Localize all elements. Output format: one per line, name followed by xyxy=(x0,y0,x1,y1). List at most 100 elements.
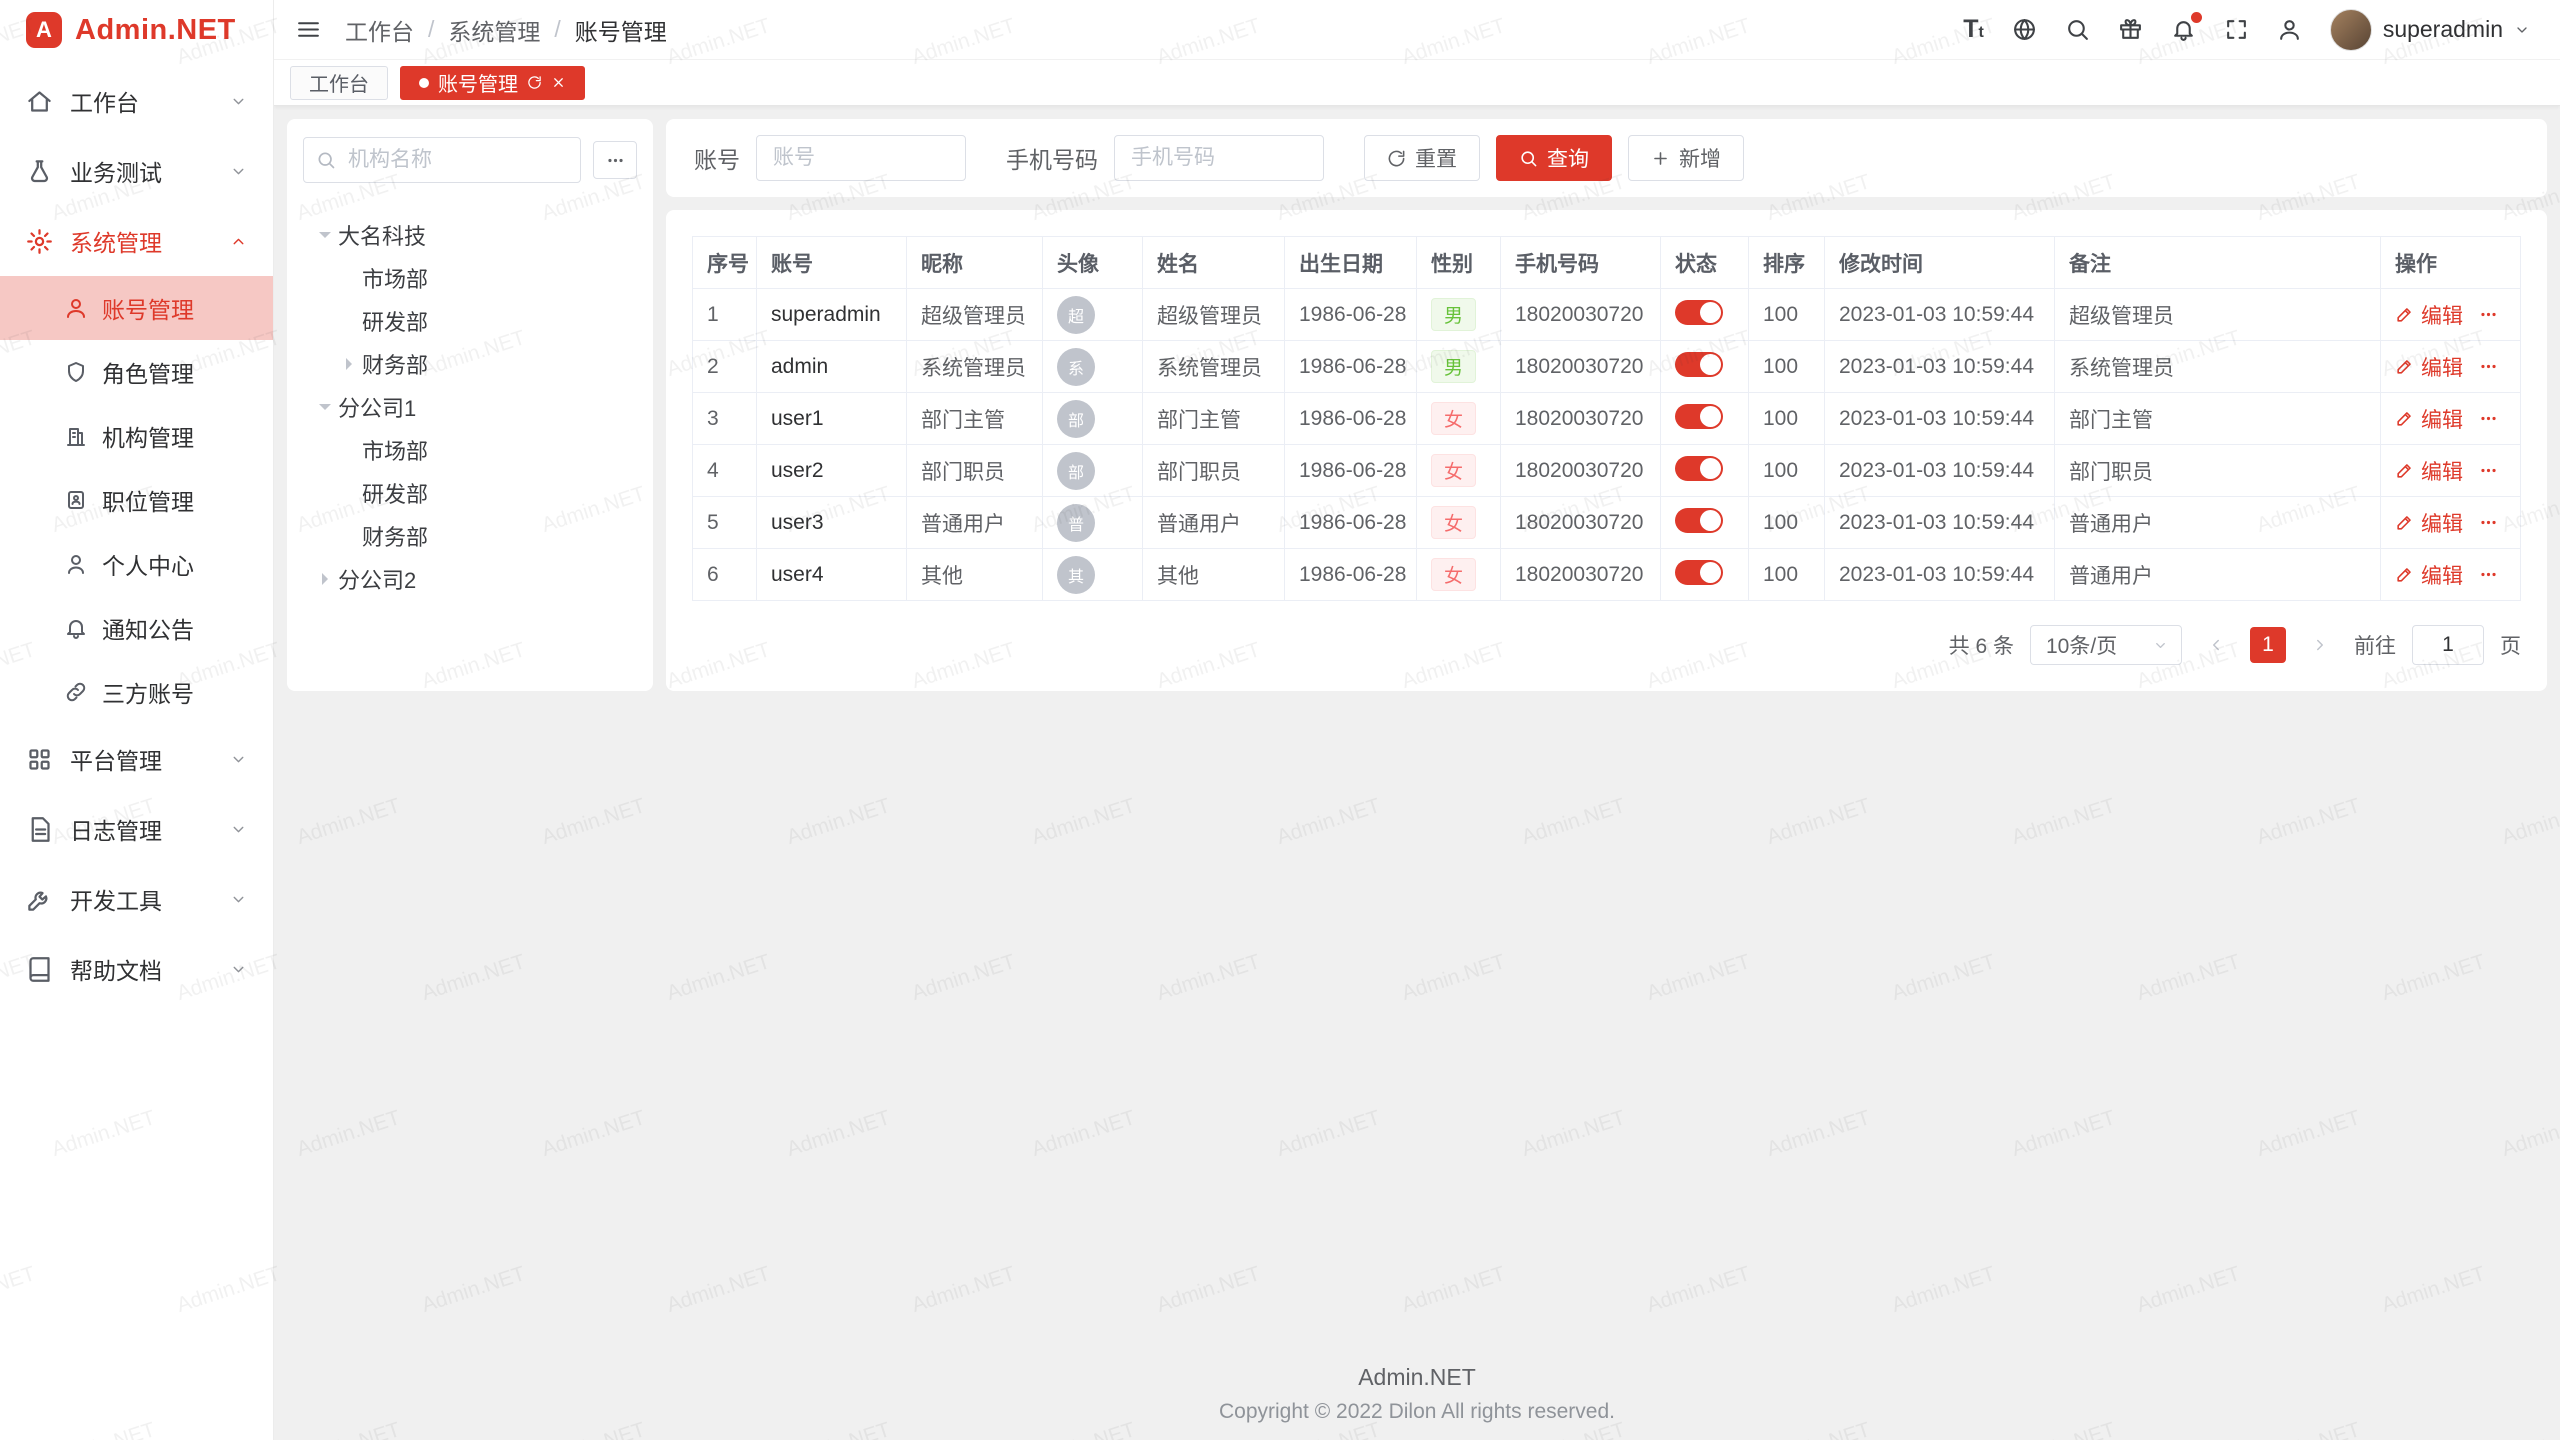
profile-icon[interactable] xyxy=(2277,17,2302,42)
cell-actions: 编辑 xyxy=(2381,445,2521,497)
table-row: 3 user1 部门主管 部 部门主管 1986-06-28 女 1802003… xyxy=(693,393,2521,445)
cell-remark: 系统管理员 xyxy=(2055,341,2381,393)
reset-button[interactable]: 重置 xyxy=(1364,135,1480,181)
caret-right-icon[interactable] xyxy=(335,350,362,377)
cell-account: admin xyxy=(757,341,907,393)
edit-button[interactable]: 编辑 xyxy=(2395,352,2463,382)
sidebar-subitem[interactable]: 三方账号 xyxy=(0,660,273,724)
more-actions-icon[interactable] xyxy=(2479,357,2498,376)
chevron-down-icon xyxy=(230,961,247,978)
user-menu[interactable]: superadmin xyxy=(2330,9,2530,51)
status-toggle[interactable] xyxy=(1675,352,1723,377)
tree-node[interactable]: 财务部 xyxy=(303,342,637,385)
caret-spacer xyxy=(335,436,362,463)
cell-index: 5 xyxy=(693,497,757,549)
add-button[interactable]: 新增 xyxy=(1628,135,1744,181)
more-actions-icon[interactable] xyxy=(2479,565,2498,584)
cell-avatar: 超 xyxy=(1043,289,1143,341)
breadcrumb-item[interactable]: 账号管理 xyxy=(575,13,667,47)
more-actions-icon[interactable] xyxy=(2479,461,2498,480)
edit-button[interactable]: 编辑 xyxy=(2395,404,2463,434)
sidebar-item[interactable]: 工作台 xyxy=(0,66,273,136)
sidebar-subitem[interactable]: 账号管理 xyxy=(0,276,273,340)
cell-avatar: 部 xyxy=(1043,393,1143,445)
tree-node[interactable]: 分公司2 xyxy=(303,557,637,600)
sidebar-subitem[interactable]: 通知公告 xyxy=(0,596,273,660)
sidebar-item[interactable]: 日志管理 xyxy=(0,794,273,864)
cell-sort: 100 xyxy=(1749,341,1825,393)
status-toggle[interactable] xyxy=(1675,404,1723,429)
phone-filter-input[interactable] xyxy=(1114,135,1324,181)
breadcrumb-separator: / xyxy=(428,16,434,43)
sidebar-subitem[interactable]: 机构管理 xyxy=(0,404,273,468)
prev-page-button[interactable] xyxy=(2198,627,2234,663)
more-actions-icon[interactable] xyxy=(2479,409,2498,428)
edit-button[interactable]: 编辑 xyxy=(2395,508,2463,538)
caret-down-icon[interactable] xyxy=(311,221,338,248)
breadcrumb-item[interactable]: 工作台 xyxy=(345,13,414,47)
fullscreen-icon[interactable] xyxy=(2224,17,2249,42)
cell-status xyxy=(1661,497,1749,549)
status-toggle[interactable] xyxy=(1675,508,1723,533)
caret-down-icon[interactable] xyxy=(311,393,338,420)
sidebar-item[interactable]: 帮助文档 xyxy=(0,934,273,1004)
search-icon[interactable] xyxy=(2065,17,2090,42)
gift-icon[interactable] xyxy=(2118,17,2143,42)
chevron-up-icon xyxy=(230,233,247,250)
next-page-button[interactable] xyxy=(2302,627,2338,663)
sidebar-item[interactable]: 业务测试 xyxy=(0,136,273,206)
page-size-select[interactable]: 10条/页 xyxy=(2030,625,2182,665)
sidebar-item[interactable]: 系统管理 xyxy=(0,206,273,276)
query-button[interactable]: 查询 xyxy=(1496,135,1612,181)
tree-node[interactable]: 研发部 xyxy=(303,471,637,514)
bell-icon[interactable] xyxy=(2171,17,2196,42)
tree-node[interactable]: 研发部 xyxy=(303,299,637,342)
sidebar-subitem[interactable]: 个人中心 xyxy=(0,532,273,596)
org-icon xyxy=(64,424,88,448)
caret-spacer xyxy=(335,479,362,506)
tab[interactable]: 账号管理 xyxy=(400,66,585,100)
account-filter-input[interactable] xyxy=(756,135,966,181)
toggle-knob xyxy=(1700,354,1721,375)
tree-node[interactable]: 市场部 xyxy=(303,256,637,299)
cell-gender: 女 xyxy=(1417,445,1501,497)
tree-node[interactable]: 市场部 xyxy=(303,428,637,471)
breadcrumb-item[interactable]: 系统管理 xyxy=(448,13,540,47)
more-actions-icon[interactable] xyxy=(2479,305,2498,324)
cell-phone: 18020030720 xyxy=(1501,445,1661,497)
page-1-button[interactable]: 1 xyxy=(2250,627,2286,663)
status-toggle[interactable] xyxy=(1675,300,1723,325)
cell-nickname: 部门主管 xyxy=(907,393,1043,445)
sidebar-subitem[interactable]: 角色管理 xyxy=(0,340,273,404)
goto-page-input[interactable] xyxy=(2412,625,2484,665)
edit-button[interactable]: 编辑 xyxy=(2395,560,2463,590)
sidebar-subitem[interactable]: 职位管理 xyxy=(0,468,273,532)
cell-modified: 2023-01-03 10:59:44 xyxy=(1825,445,2055,497)
search-icon xyxy=(316,150,336,170)
tree-node[interactable]: 大名科技 xyxy=(303,213,637,256)
sidebar-item[interactable]: 开发工具 xyxy=(0,864,273,934)
caret-right-icon[interactable] xyxy=(311,565,338,592)
locale-icon[interactable] xyxy=(2012,17,2037,42)
tree-node-label: 大名科技 xyxy=(338,219,426,251)
edit-button[interactable]: 编辑 xyxy=(2395,300,2463,330)
refresh-icon[interactable] xyxy=(527,75,542,90)
app-logo[interactable]: A Admin.NET xyxy=(0,0,273,60)
hamburger-icon[interactable] xyxy=(296,17,321,42)
more-actions-icon[interactable] xyxy=(2479,513,2498,532)
tab[interactable]: 工作台 xyxy=(290,66,388,100)
cell-phone: 18020030720 xyxy=(1501,289,1661,341)
edit-button[interactable]: 编辑 xyxy=(2395,456,2463,486)
status-toggle[interactable] xyxy=(1675,560,1723,585)
avatar: 普 xyxy=(1057,504,1095,542)
tree-node[interactable]: 分公司1 xyxy=(303,385,637,428)
caret-spacer xyxy=(335,522,362,549)
font-size-icon[interactable]: Tt xyxy=(1963,17,1984,42)
sidebar-item[interactable]: 平台管理 xyxy=(0,724,273,794)
org-more-button[interactable] xyxy=(593,141,637,179)
tree-node[interactable]: 财务部 xyxy=(303,514,637,557)
org-search-input[interactable] xyxy=(303,137,581,183)
notice-icon xyxy=(64,616,88,640)
status-toggle[interactable] xyxy=(1675,456,1723,481)
close-icon[interactable] xyxy=(551,75,566,90)
